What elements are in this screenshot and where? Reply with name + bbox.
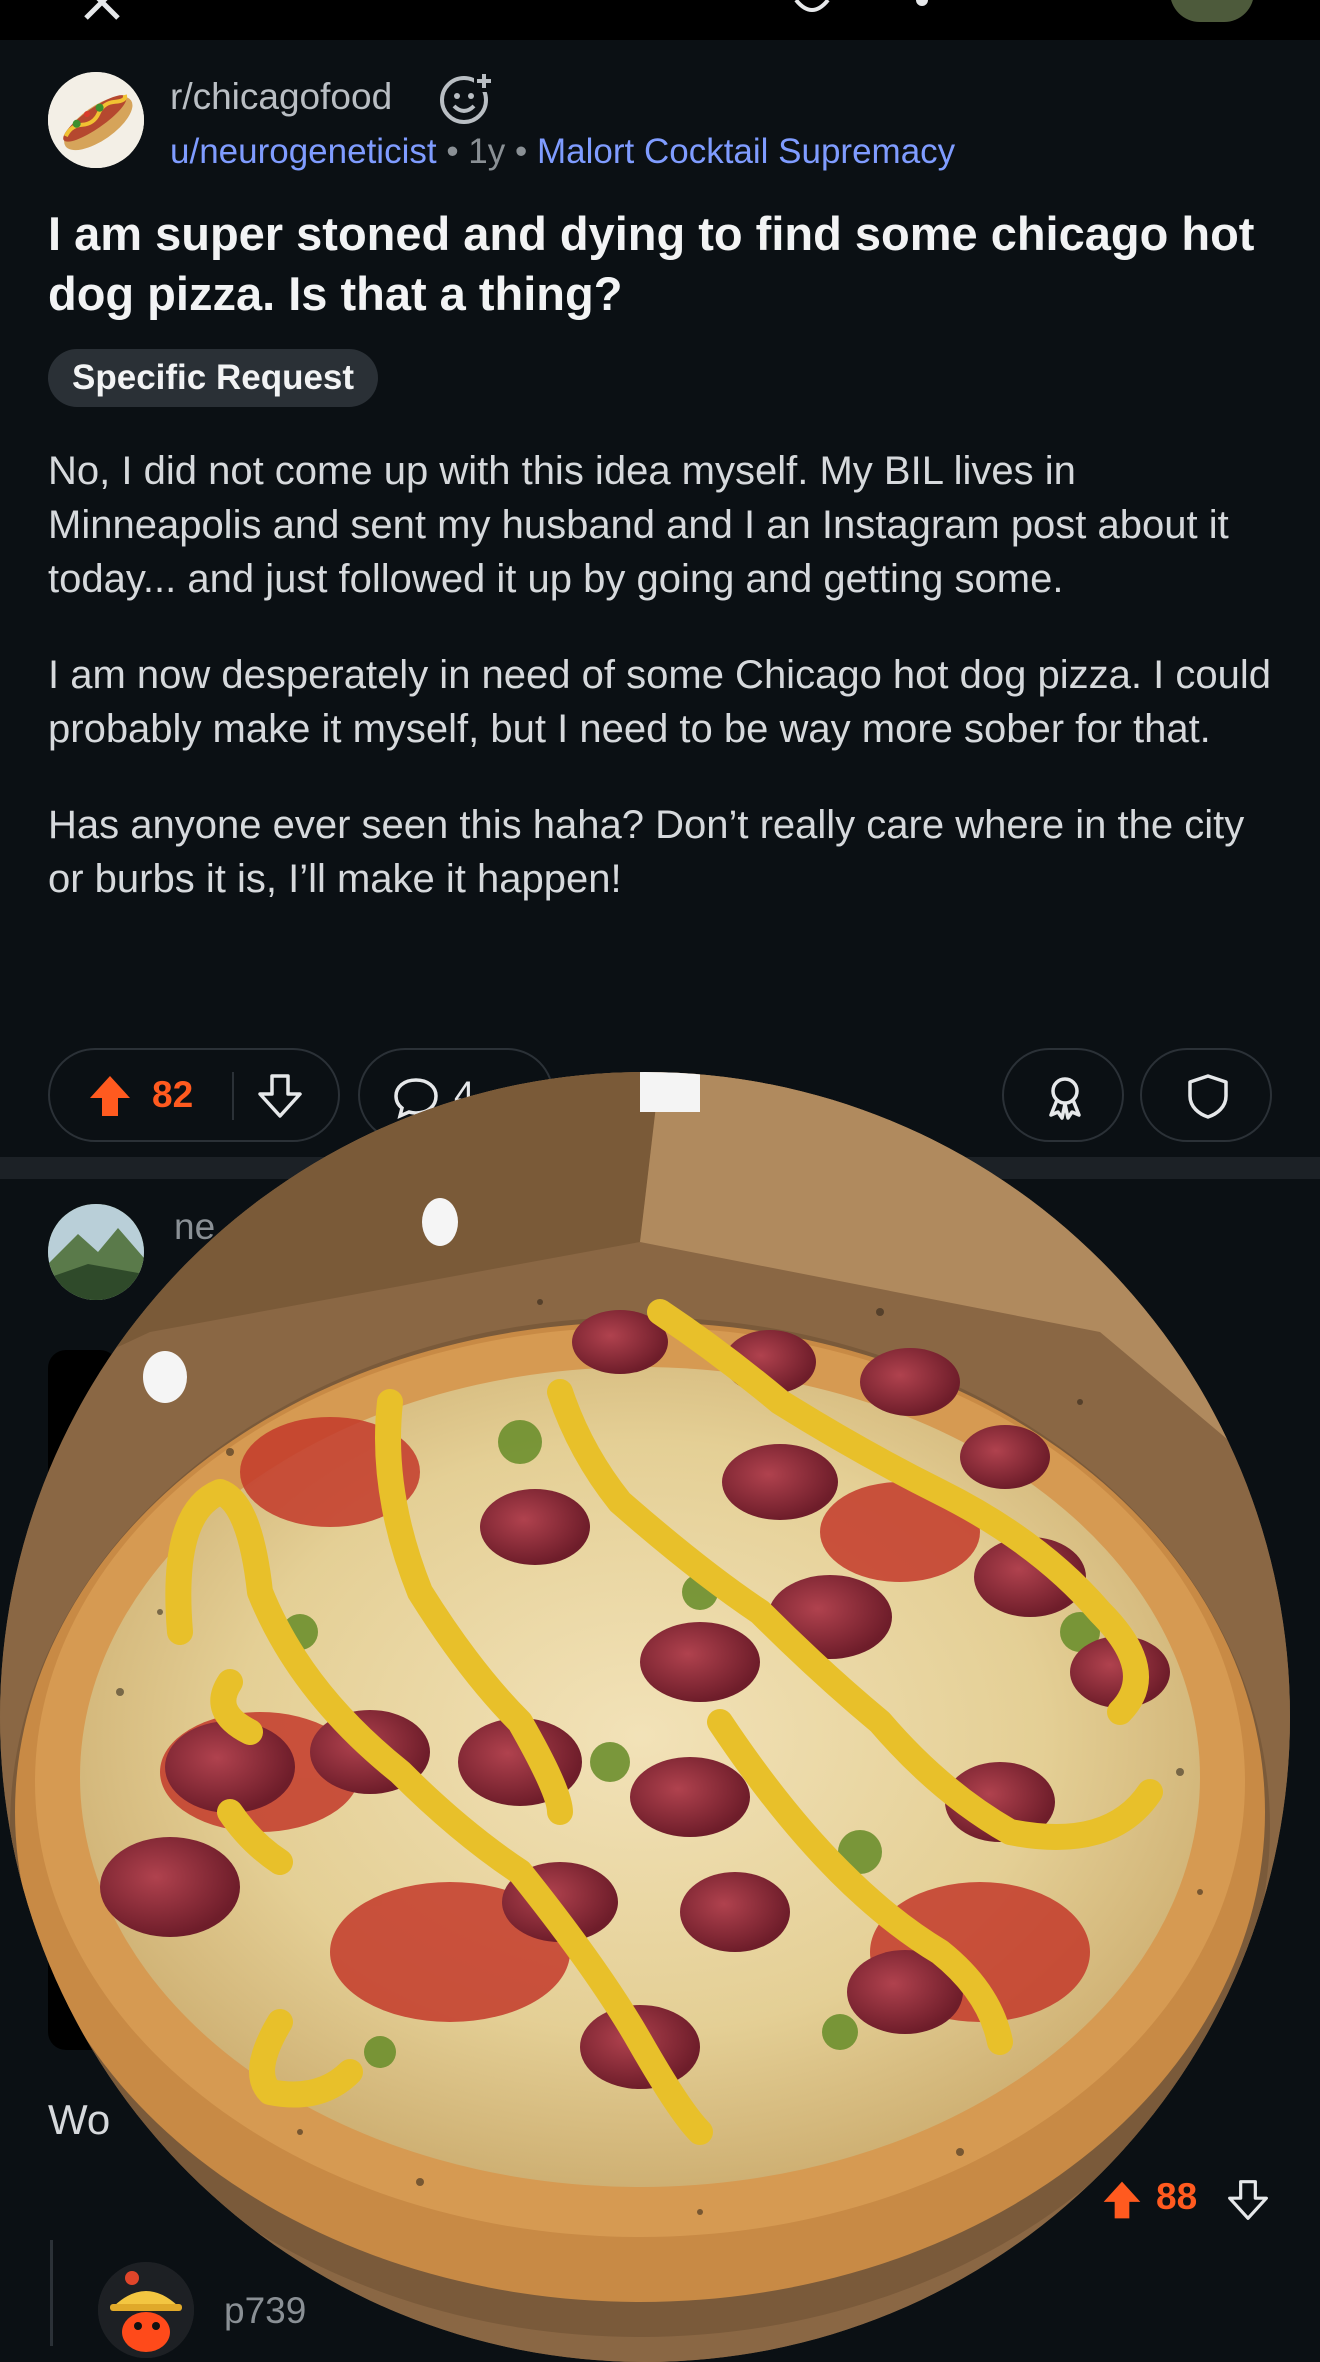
award-button[interactable] [1002, 1048, 1124, 1142]
post-meta: u/neurogeneticist • 1y • Malort Cocktail… [170, 132, 956, 171]
reply-author[interactable]: p739 [224, 2290, 306, 2332]
post-body-paragraph: No, I did not come up with this idea mys… [48, 449, 1229, 601]
post-body-paragraph: Has anyone ever seen this haha? Don’t re… [48, 803, 1245, 901]
award-icon [1049, 1077, 1081, 1120]
downvote-icon[interactable] [256, 1072, 304, 1120]
comment-vote-control: 88 [1100, 2172, 1280, 2228]
join-community-icon[interactable] [438, 70, 494, 126]
user-flair: Malort Cocktail Supremacy [536, 132, 956, 171]
mountain-avatar-icon [48, 1204, 144, 1300]
pizza-photo-overlay [0, 1072, 1290, 2362]
comment-downvote-icon[interactable] [1226, 2178, 1270, 2222]
subreddit-avatar[interactable] [48, 72, 144, 168]
post-score: 82 [152, 1074, 194, 1115]
comment-text: Wo [48, 2096, 111, 2143]
reply-avatar[interactable] [98, 2262, 194, 2358]
mod-shield-icon [1188, 1074, 1228, 1119]
author-link[interactable]: u/neurogeneticist [170, 132, 437, 171]
comment-upvote-icon[interactable] [1100, 2178, 1144, 2222]
shield-icon[interactable] [790, 0, 834, 26]
subreddit-name[interactable]: r/chicagofood [170, 76, 392, 118]
snoo-avatar-icon [98, 2262, 194, 2358]
mod-tools-button[interactable] [1140, 1048, 1272, 1142]
post-age: 1y [468, 132, 506, 171]
post-flair-badge[interactable]: Specific Request [48, 349, 379, 407]
thread-line[interactable] [50, 2240, 53, 2346]
commenter-avatar[interactable] [48, 1204, 144, 1300]
comment-score: 88 [1156, 2176, 1198, 2217]
top-bar [0, 0, 1320, 40]
vote-control: 82 [48, 1048, 340, 1142]
post-body-paragraph: I am now desperately in need of some Chi… [48, 653, 1271, 751]
post-title: I am super stoned and dying to find some… [48, 207, 1255, 320]
search-icon[interactable] [900, 0, 944, 26]
pizza-image [0, 1072, 1290, 2362]
vote-divider [232, 1072, 234, 1120]
user-avatar[interactable] [1170, 0, 1254, 22]
hot-dog-icon [48, 72, 144, 168]
close-icon[interactable] [80, 0, 124, 26]
upvote-icon[interactable] [86, 1072, 134, 1120]
post-body: No, I did not come up with this idea mys… [48, 444, 1278, 948]
